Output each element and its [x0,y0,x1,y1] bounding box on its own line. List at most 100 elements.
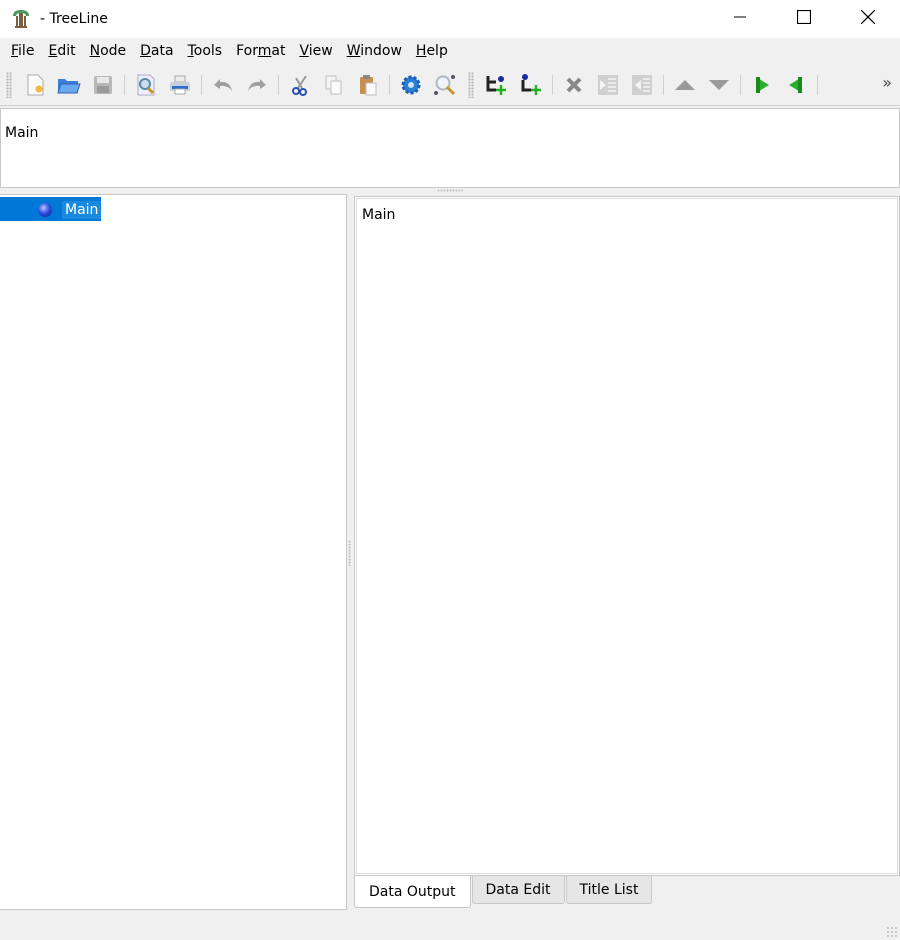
move-down-icon [709,80,729,90]
vertical-splitter-handle[interactable] [348,540,351,566]
menu-mnemonic: E [48,43,58,59]
indent-icon [598,75,618,95]
menu-label-part: For [236,43,258,59]
paste-button[interactable] [352,70,384,100]
toolbar-separator [817,75,818,95]
data-output-text: Main [362,207,396,223]
toolbar-separator [389,75,390,95]
tree-node-label: Main [62,201,101,219]
new-file-button[interactable] [19,70,51,100]
open-file-icon [57,79,81,94]
menu-tools[interactable]: Tools [181,38,230,65]
print-icon [170,75,190,95]
menu-label-part: ode [100,43,127,59]
menu-label-part: indow [360,43,402,59]
treeline-logo-icon [10,8,32,30]
delete-icon [566,77,582,93]
toolbar-separator [663,75,664,95]
view-tabs: Data Output Data Edit Title List [354,876,653,908]
node-bullet-icon [38,203,52,217]
undo-icon [214,79,232,91]
menu-edit[interactable]: Edit [41,38,82,65]
menu-label-part: dit [57,43,76,59]
indent-button[interactable] [592,70,624,100]
menu-format[interactable]: Format [229,38,292,65]
breadcrumb-text: Main [5,125,39,141]
previous-button[interactable] [780,70,812,100]
tab-data-output[interactable]: Data Output [354,876,471,908]
find-button[interactable] [429,70,461,100]
menu-label-part: ile [18,43,35,59]
undo-button[interactable] [207,70,239,100]
menu-label-part: elp [426,43,448,59]
menu-data[interactable]: Data [133,38,180,65]
menu-label-part: iew [308,43,333,59]
toolbar-separator [740,75,741,95]
tab-title-list[interactable]: Title List [565,876,653,904]
menu-mnemonic: m [257,43,272,59]
menu-window[interactable]: Window [340,38,409,65]
copy-button[interactable] [318,70,350,100]
next-button[interactable] [746,70,778,100]
previous-icon [789,77,802,93]
cut-button[interactable] [284,70,316,100]
next-icon [756,77,769,93]
title-bar: - TreeLine [0,0,900,38]
menu-label-part: ata [150,43,174,59]
close-button[interactable] [836,0,900,34]
minimize-button[interactable] [708,0,772,34]
insert-sibling-icon [486,76,506,95]
move-down-button[interactable] [703,70,735,100]
copy-icon [325,75,342,95]
maximize-button[interactable] [772,0,836,34]
tab-data-edit[interactable]: Data Edit [471,876,565,904]
unindent-button[interactable] [626,70,658,100]
toolbar-grip[interactable] [6,72,12,98]
redo-button[interactable] [241,70,273,100]
save-button[interactable] [87,70,119,100]
print-preview-button[interactable] [130,70,162,100]
menu-view[interactable]: View [292,38,339,65]
print-preview-icon [137,74,155,96]
menu-help[interactable]: Help [409,38,455,65]
horizontal-splitter-handle[interactable] [437,189,463,192]
menu-node[interactable]: Node [83,38,134,65]
menu-mnemonic: D [140,43,151,59]
menu-label-part: at [271,43,286,59]
unindent-icon [632,75,652,95]
data-output-view[interactable]: Main [356,198,898,874]
data-output-pane: Main [354,196,900,876]
settings-button[interactable] [395,70,427,100]
move-up-button[interactable] [669,70,701,100]
print-button[interactable] [164,70,196,100]
tree-node[interactable]: Main [0,197,101,221]
insert-sibling-button[interactable] [481,70,513,100]
minimize-icon [734,16,746,18]
insert-child-icon [521,74,541,95]
menu-bar: File Edit Node Data Tools Format View Window Hel… [0,38,900,65]
redo-icon [248,79,266,91]
toolbar-separator [124,75,125,95]
menu-mnemonic: H [415,43,427,59]
find-icon [434,75,456,96]
maximize-icon [797,10,811,24]
window-resize-grip[interactable] [886,926,898,938]
menu-mnemonic: F [11,43,19,59]
main-toolbar: » [0,65,900,106]
settings-gear-icon [401,75,421,95]
insert-child-button[interactable] [515,70,547,100]
delete-button[interactable] [558,70,590,100]
new-file-icon [27,74,44,96]
toolbar-separator [201,75,202,95]
open-file-button[interactable] [53,70,85,100]
toolbar-grip[interactable] [468,72,474,98]
cut-icon [292,75,307,96]
close-icon [861,10,875,24]
menu-label-part: ools [193,43,223,59]
toolbar-overflow-button[interactable]: » [882,73,892,92]
menu-mnemonic: W [346,43,361,59]
tree-view[interactable]: Main [0,194,347,910]
save-icon [94,76,112,94]
menu-file[interactable]: File [4,38,41,65]
menu-mnemonic: N [89,43,101,59]
